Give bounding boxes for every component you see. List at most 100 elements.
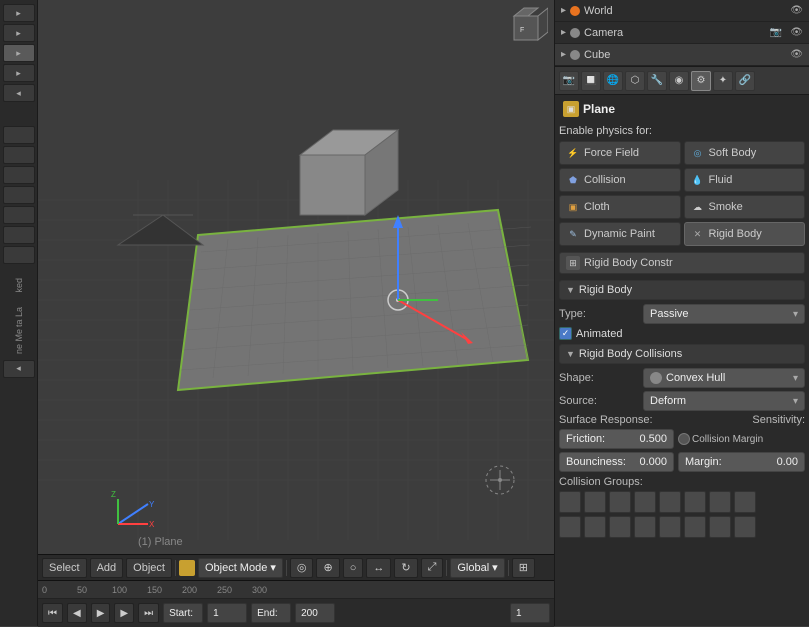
- type-dropdown[interactable]: Passive ▾: [643, 304, 805, 324]
- collision-icon: ⬟: [566, 173, 580, 187]
- timeline-prev-frame[interactable]: ◀: [67, 603, 87, 623]
- cg-8[interactable]: [734, 491, 756, 513]
- sidebar-btn-9[interactable]: [3, 186, 35, 204]
- rotate-btn[interactable]: ↻: [394, 558, 417, 578]
- sidebar-btn-11[interactable]: [3, 226, 35, 244]
- margin-field[interactable]: Margin: 0.00: [678, 452, 805, 472]
- collision-groups-row-2: [559, 516, 805, 538]
- extra-btn[interactable]: ⊞: [512, 558, 535, 578]
- cg-2[interactable]: [584, 491, 606, 513]
- scene-item-camera[interactable]: ▸ Camera 📷 👁: [555, 22, 809, 44]
- sidebar-btn-12[interactable]: [3, 246, 35, 264]
- add-button[interactable]: Add: [90, 558, 124, 578]
- cg-5[interactable]: [659, 491, 681, 513]
- dynamic-paint-button[interactable]: ✎ Dynamic Paint: [559, 222, 681, 246]
- cg-7[interactable]: [709, 491, 731, 513]
- cg-4[interactable]: [634, 491, 656, 513]
- cg-10[interactable]: [584, 516, 606, 538]
- cg-14[interactable]: [684, 516, 706, 538]
- animated-row: ✓ Animated: [559, 327, 805, 340]
- cloth-icon: ▣: [566, 200, 580, 214]
- cube-eye-icon[interactable]: 👁: [790, 49, 803, 60]
- bounciness-field[interactable]: Bounciness: 0.000: [559, 452, 674, 472]
- constraints-icon[interactable]: 🔗: [735, 71, 755, 91]
- rigid-body-constr-button[interactable]: ⊞ Rigid Body Constr: [559, 252, 805, 274]
- cloth-button[interactable]: ▣ Cloth: [559, 195, 681, 219]
- snap-btn[interactable]: ⊕: [316, 558, 339, 578]
- world-icon-btn[interactable]: 🌐: [603, 71, 623, 91]
- source-dropdown[interactable]: Deform ▾: [643, 391, 805, 411]
- force-field-label: Force Field: [584, 147, 639, 159]
- sidebar-btn-8[interactable]: [3, 166, 35, 184]
- timeline-start-value[interactable]: 1: [207, 603, 247, 623]
- modifiers-icon[interactable]: 🔧: [647, 71, 667, 91]
- cg-12[interactable]: [634, 516, 656, 538]
- global-dropdown[interactable]: Global ▾: [450, 558, 504, 578]
- ruler-0: 0: [42, 585, 77, 595]
- select-button[interactable]: Select: [42, 558, 87, 578]
- world-eye-icon[interactable]: 👁: [790, 5, 803, 16]
- object-icon-btn[interactable]: ⬡: [625, 71, 645, 91]
- scene-item-cube[interactable]: ▸ Cube 👁: [555, 44, 809, 66]
- sidebar-btn-7[interactable]: [3, 146, 35, 164]
- timeline-play-fwd[interactable]: ⏭: [138, 603, 159, 623]
- sidebar-btn-10[interactable]: [3, 206, 35, 224]
- nav-cube[interactable]: F: [504, 6, 548, 50]
- camera-eye-icon[interactable]: 👁: [790, 27, 803, 38]
- physics-icon[interactable]: ⚙: [691, 71, 711, 91]
- timeline-end-value[interactable]: 200: [295, 603, 335, 623]
- render-icon[interactable]: 📷: [559, 71, 579, 91]
- timeline-current-frame[interactable]: 1: [510, 603, 550, 623]
- collision-groups-row: [559, 491, 805, 513]
- rigid-body-button[interactable]: ✕ Rigid Body: [684, 222, 806, 246]
- smoke-button[interactable]: ☁ Smoke: [684, 195, 806, 219]
- viewport[interactable]: F Y X Z (1) Plane: [38, 0, 554, 554]
- camera-render-icon[interactable]: 📷: [770, 27, 782, 38]
- force-field-button[interactable]: ⚡ Force Field: [559, 141, 681, 165]
- cg-11[interactable]: [609, 516, 631, 538]
- rigid-body-section-title: Rigid Body: [579, 284, 632, 296]
- particles-icon[interactable]: ✦: [713, 71, 733, 91]
- sidebar-btn-2[interactable]: ▸: [3, 24, 35, 42]
- rigid-body-section-header[interactable]: ▼ Rigid Body: [559, 280, 805, 300]
- material-icon[interactable]: ◉: [669, 71, 689, 91]
- timeline-play-back[interactable]: ⏮: [42, 603, 63, 623]
- toolbar-separator-4: [508, 560, 509, 576]
- rbc-section-header[interactable]: ▼ Rigid Body Collisions: [559, 344, 805, 364]
- collision-label: Collision: [584, 174, 626, 186]
- sidebar-btn-6[interactable]: [3, 126, 35, 144]
- sidebar-btn-5[interactable]: ◂: [3, 84, 35, 102]
- scene-icon[interactable]: 🔲: [581, 71, 601, 91]
- animated-checkbox[interactable]: ✓: [559, 327, 572, 340]
- soft-body-button[interactable]: ◎ Soft Body: [684, 141, 806, 165]
- sidebar-btn-4[interactable]: ▸: [3, 64, 35, 82]
- soft-body-label: Soft Body: [709, 147, 757, 159]
- sidebar-btn-3[interactable]: ▸: [3, 44, 35, 62]
- collision-button[interactable]: ⬟ Collision: [559, 168, 681, 192]
- shape-label: Shape:: [559, 372, 639, 384]
- sidebar-btn-1[interactable]: ▸: [3, 4, 35, 22]
- object-button[interactable]: Object: [126, 558, 172, 578]
- cg-13[interactable]: [659, 516, 681, 538]
- cg-16[interactable]: [734, 516, 756, 538]
- fluid-button[interactable]: 💧 Fluid: [684, 168, 806, 192]
- shape-dropdown[interactable]: Convex Hull ▾: [643, 368, 805, 388]
- mode-dropdown[interactable]: Object Mode ▾: [198, 558, 283, 578]
- cg-3[interactable]: [609, 491, 631, 513]
- timeline-next-frame[interactable]: ▶: [114, 603, 134, 623]
- scale-btn[interactable]: ⤢: [421, 558, 444, 578]
- sidebar-btn-13[interactable]: ◂: [3, 360, 35, 378]
- timeline-play[interactable]: ▶: [91, 603, 111, 623]
- proportional-btn[interactable]: ○: [343, 558, 364, 578]
- cg-6[interactable]: [684, 491, 706, 513]
- friction-field[interactable]: Friction: 0.500: [559, 429, 674, 449]
- scene-item-world[interactable]: ▸ World 👁: [555, 0, 809, 22]
- surface-response-label: Surface Response:: [559, 414, 653, 426]
- rbc-icon: ⊞: [566, 256, 580, 270]
- transform-btn[interactable]: ↔: [366, 558, 391, 578]
- cg-1[interactable]: [559, 491, 581, 513]
- cg-15[interactable]: [709, 516, 731, 538]
- viewport-label: (1) Plane: [138, 536, 183, 548]
- pivot-btn[interactable]: ◎: [290, 558, 314, 578]
- cg-9[interactable]: [559, 516, 581, 538]
